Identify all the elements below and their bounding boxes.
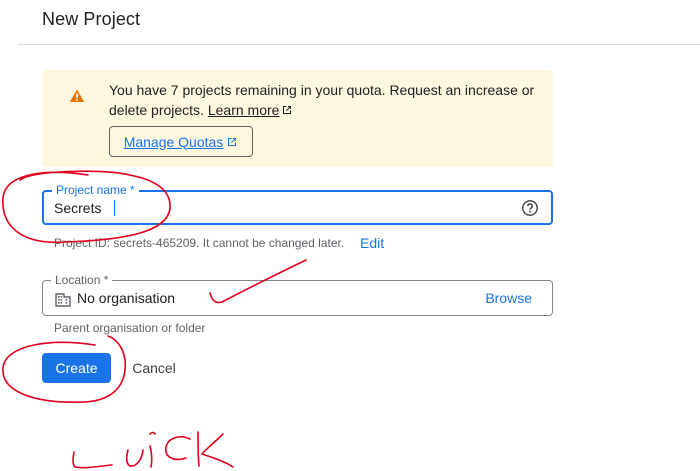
project-id-hint: Project ID: secrets-465209. It cannot be… — [54, 236, 345, 250]
location-hint: Parent organisation or folder — [54, 321, 206, 335]
annotation-handwritten-click — [72, 431, 234, 469]
help-circle-icon[interactable] — [521, 199, 539, 217]
page-title: New Project — [42, 9, 141, 29]
domain-building-icon — [55, 293, 71, 307]
text-caret — [114, 200, 115, 216]
learn-more-label: Learn more — [207, 102, 280, 118]
edit-project-id-link[interactable]: Edit — [360, 235, 384, 251]
manage-quotas-button[interactable]: Manage Quotas — [109, 126, 253, 157]
quota-message: You have 7 projects remaining in your qu… — [109, 82, 535, 118]
external-link-icon — [283, 106, 292, 114]
location-label: Location * — [51, 273, 113, 287]
warning-icon — [69, 89, 85, 102]
browse-button[interactable]: Browse — [485, 290, 532, 306]
external-link-icon — [228, 137, 237, 146]
learn-more-link[interactable]: Learn more — [208, 102, 294, 118]
header-divider — [18, 44, 700, 45]
manage-quotas-label: Manage Quotas — [123, 133, 224, 150]
location-value: No organisation — [77, 290, 176, 306]
quota-warning-banner: You have 7 projects remaining in your qu… — [42, 70, 553, 167]
project-name-input[interactable] — [54, 192, 504, 223]
quota-message-block: You have 7 projects remaining in your qu… — [109, 80, 539, 120]
project-name-field[interactable]: Project name * — [42, 183, 553, 225]
create-button[interactable]: Create — [42, 353, 111, 383]
location-field[interactable]: Location * No organisation Browse — [42, 273, 553, 316]
cancel-button[interactable]: Cancel — [125, 353, 183, 383]
